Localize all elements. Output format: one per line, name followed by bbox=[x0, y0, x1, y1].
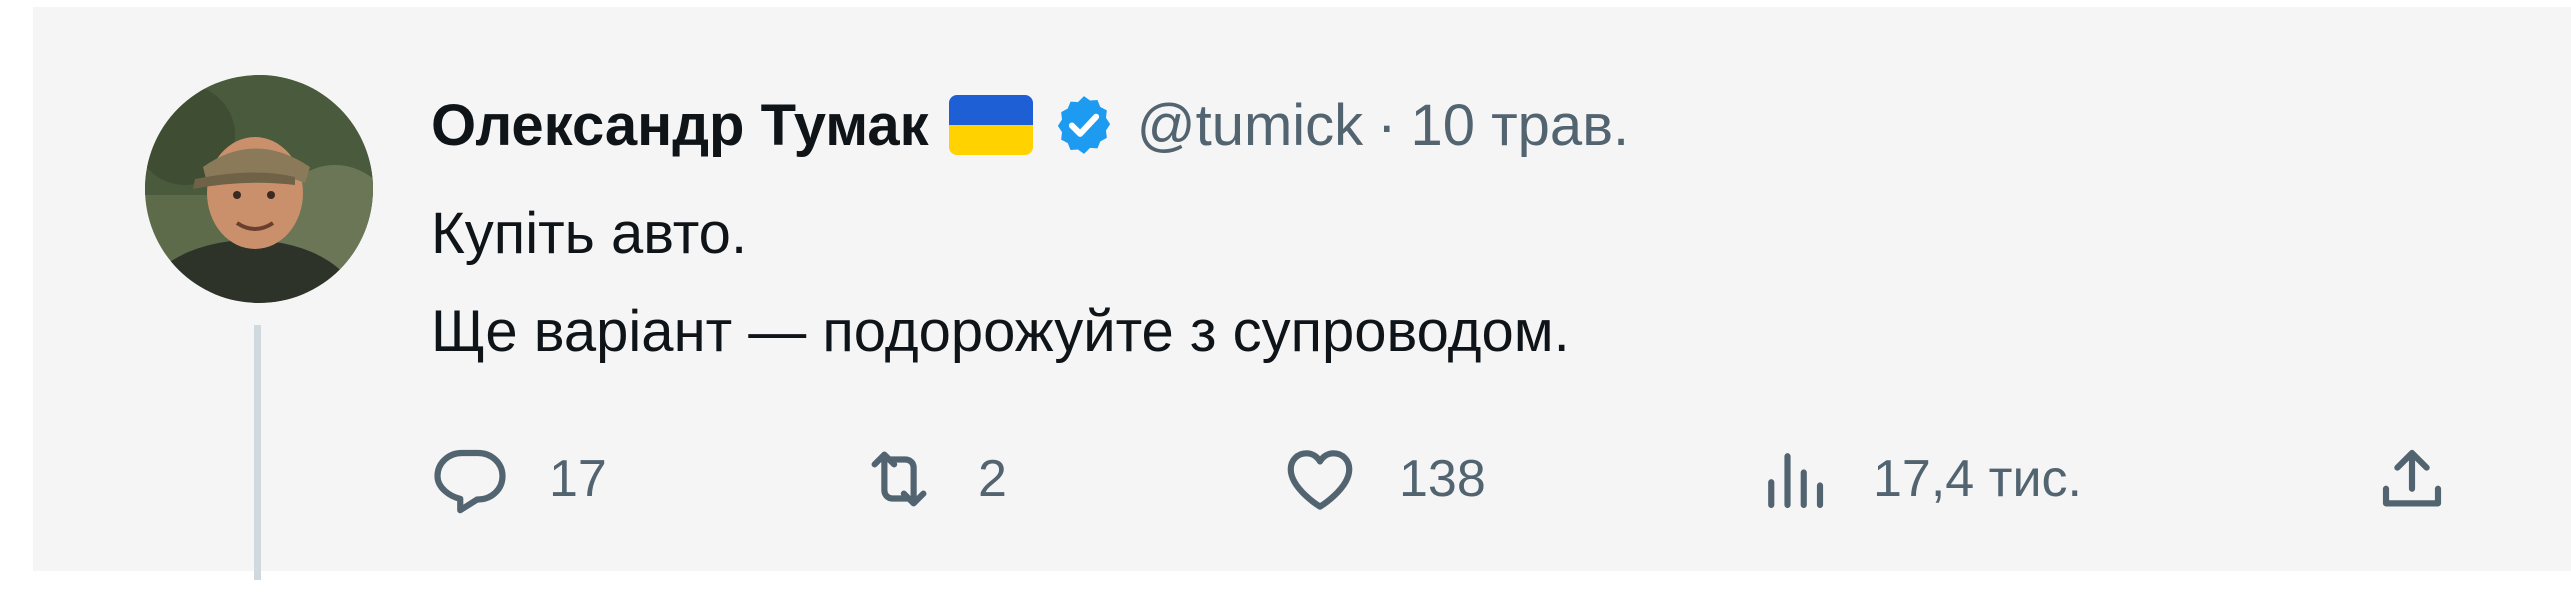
like-count: 138 bbox=[1399, 450, 1486, 508]
tweet-card[interactable]: Олександр Тумак @tumick · 10 трав. Купіт… bbox=[33, 7, 2571, 580]
ukraine-flag-icon bbox=[948, 95, 1033, 155]
views-button[interactable]: 17,4 тис. bbox=[1755, 437, 2082, 521]
reply-button[interactable]: 17 bbox=[431, 437, 607, 521]
tweet-body-line: Купіть авто. bbox=[431, 201, 748, 266]
author-display-name[interactable]: Олександр Тумак bbox=[431, 92, 929, 159]
verified-badge-icon[interactable] bbox=[1051, 92, 1117, 158]
retweet-count: 2 bbox=[978, 450, 1007, 508]
like-button[interactable]: 138 bbox=[1281, 437, 1486, 521]
page-frame: Олександр Тумак @tumick · 10 трав. Купіт… bbox=[0, 0, 2571, 600]
views-chart-icon bbox=[1755, 440, 1833, 518]
reply-icon bbox=[431, 440, 509, 518]
share-button[interactable] bbox=[2373, 437, 2451, 521]
tweet-header: Олександр Тумак @tumick · 10 трав. bbox=[431, 85, 1629, 165]
tweet-date[interactable]: 10 трав. bbox=[1410, 92, 1629, 159]
views-count: 17,4 тис. bbox=[1873, 450, 2082, 508]
avatar-photo bbox=[145, 75, 373, 303]
author-handle[interactable]: @tumick bbox=[1137, 92, 1363, 159]
retweet-button[interactable]: 2 bbox=[860, 437, 1007, 521]
avatar[interactable] bbox=[145, 75, 373, 303]
separator-dot: · bbox=[1377, 92, 1397, 158]
thread-connector-line bbox=[254, 325, 261, 580]
heart-icon bbox=[1281, 440, 1359, 518]
reply-count: 17 bbox=[549, 450, 607, 508]
share-icon bbox=[2373, 440, 2451, 518]
tweet-body-line: Ще варіант — подорожуйте з супроводом. bbox=[431, 299, 1570, 364]
retweet-icon bbox=[860, 440, 938, 518]
tweet-body: Купіть авто. Ще варіант — подорожуйте з … bbox=[431, 185, 1570, 381]
